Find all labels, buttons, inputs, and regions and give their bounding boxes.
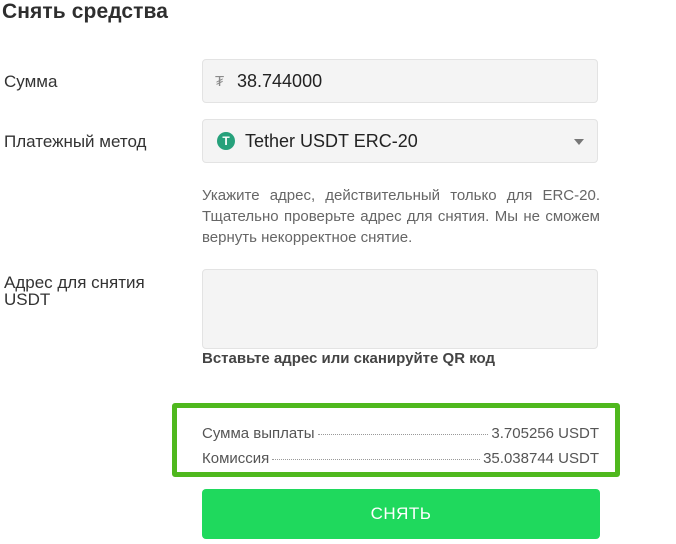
withdraw-button[interactable]: СНЯТЬ [202,489,600,539]
tether-icon: T [217,132,235,150]
address-field[interactable] [202,269,598,349]
address-helper: Вставьте адрес или сканируйте QR код [202,350,495,367]
page-title: Снять средства [2,0,169,23]
payout-value: 3.705256 USDT [491,425,599,442]
fee-label: Комиссия [202,450,270,467]
payment-method-select[interactable]: T Tether USDT ERC-20 [202,119,598,163]
address-input[interactable] [203,270,597,348]
payout-label: Сумма выплаты [202,425,315,442]
address-warning: Укажите адрес, действительный только для… [202,187,600,246]
chevron-down-icon[interactable] [574,139,584,145]
payout-row: Сумма выплаты 3.705256 USDT [202,425,599,442]
fee-value: 35.038744 USDT [483,450,599,467]
payment-method-value: Tether USDT ERC-20 [245,130,418,151]
amount-input[interactable]: ₮ 38.744000 [202,59,598,103]
amount-label: Сумма [4,72,58,91]
dotted-leader [272,459,481,460]
payout-summary: Сумма выплаты 3.705256 USDT Комиссия 35.… [172,403,620,477]
currency-symbol: ₮ [215,72,225,90]
amount-value[interactable]: 38.744000 [237,71,322,92]
fee-row: Комиссия 35.038744 USDT [202,450,599,467]
address-label: Адрес для снятия USDT [4,273,145,309]
dotted-leader [317,434,489,435]
payment-method-label: Платежный метод [4,132,147,151]
